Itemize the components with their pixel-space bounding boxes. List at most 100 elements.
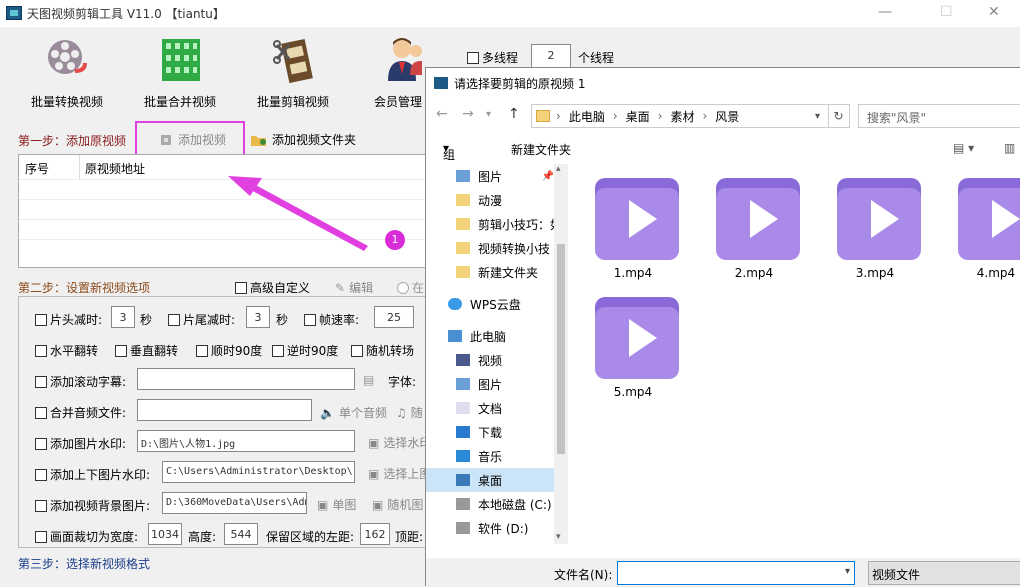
folder-icon [456,218,470,230]
documents-icon [456,402,470,414]
nav-label: WPS云盘 [470,297,521,312]
nav-label: 桌面 [478,473,503,488]
scroll-down-icon[interactable]: ▾ [556,532,561,542]
nav-label: 本地磁盘 (C:) [478,497,552,512]
file-item[interactable]: 1.mp4 [583,164,683,284]
pictures-icon [456,378,470,390]
new-folder-button[interactable]: 新建文件夹 [511,141,571,158]
breadcrumb-chevron-icon[interactable]: › [702,109,707,123]
nav-item-videos[interactable]: 视频 [426,348,554,372]
nav-label: 软件 (D:) [478,521,529,536]
video-file-icon [595,178,679,260]
file-open-dialog: 请选择要剪辑的原视频 1 ← → ▾ ↑ › 此电脑 › 桌面 › 素材 › 风… [425,67,1020,587]
breadcrumb-chevron-icon[interactable]: › [613,109,618,123]
breadcrumb-item[interactable]: 桌面 [626,108,650,125]
dialog-app-icon [434,77,448,89]
dialog-bottom-bar: 文件名(N): ▾ 视频文件 [426,558,1020,587]
computer-icon [448,330,462,342]
video-file-icon [958,178,1020,260]
annotation-badge-1: 1 [385,230,405,250]
nav-item-pictures-pinned[interactable]: 图片 📌 [426,164,554,188]
filename-dropdown-icon[interactable]: ▾ [845,566,850,577]
file-name: 4.mp4 [976,266,1016,280]
folder-icon [536,110,550,122]
disk-icon [456,522,470,534]
folder-icon [456,266,470,278]
nav-item-convert-tips[interactable]: 视频转换小技 [426,236,554,260]
nav-label: 视频 [478,353,503,368]
refresh-icon[interactable]: ↻ [828,104,850,128]
file-list-area: 1.mp4 2.mp4 3.mp4 4.mp4 5.mp4 [571,164,1020,544]
search-input[interactable]: 搜索"风景" [858,104,1020,128]
dialog-title-bar: 请选择要剪辑的原视频 1 [426,68,1020,98]
scrollbar-thumb[interactable] [557,244,565,454]
music-icon [456,450,470,462]
nav-label: 下载 [478,425,503,440]
nav-label: 图片 [478,377,503,392]
file-item[interactable]: 5.mp4 [583,283,683,403]
dialog-command-bar: 组织 ▾ 新建文件夹 ▤ ▾ ▥ [426,136,1020,179]
dialog-navbar: ← → ▾ ↑ › 此电脑 › 桌面 › 素材 › 风景 ▾ ↻ 搜索"风景" [426,98,1020,132]
nav-item-documents[interactable]: 文档 [426,396,554,420]
folder-icon [456,242,470,254]
back-icon[interactable]: ← [436,106,448,122]
nav-label: 新建文件夹 [478,265,539,280]
nav-label: 动漫 [478,193,503,208]
cloud-icon [448,298,462,310]
nav-label: 此电脑 [470,329,507,344]
breadcrumb-chevron-icon[interactable]: › [556,109,561,123]
nav-item-drive-d[interactable]: 软件 (D:) [426,516,554,540]
video-file-icon [716,178,800,260]
navigation-pane: 图片 📌 动漫 剪辑小技巧：如 视频转换小技 新建文件夹 WPS云盘 此电脑 视频… [426,164,568,544]
file-name: 3.mp4 [855,266,895,280]
forward-icon[interactable]: → [462,106,474,122]
history-chevron-icon[interactable]: ▾ [486,109,491,120]
nav-label: 剪辑小技巧：如 [478,217,554,232]
nav-label: 图片 [478,169,503,184]
nav-item-anime[interactable]: 动漫 [426,188,554,212]
nav-item-new-folder[interactable]: 新建文件夹 [426,260,554,284]
dialog-title: 请选择要剪辑的原视频 1 [454,77,586,91]
nav-scrollbar[interactable]: ▴ ▾ [554,164,568,544]
folder-icon [456,194,470,206]
preview-pane-icon[interactable]: ▥ [1004,141,1015,155]
download-icon [456,426,470,438]
file-item[interactable]: 2.mp4 [704,164,804,284]
nav-item-pictures[interactable]: 图片 [426,372,554,396]
nav-item-downloads[interactable]: 下载 [426,420,554,444]
nav-item-this-pc[interactable]: 此电脑 [426,324,554,348]
breadcrumb-item[interactable]: 素材 [670,108,694,125]
nav-label: 视频转换小技 [478,241,551,256]
filename-label: 文件名(N): [554,568,613,582]
video-file-icon [595,297,679,379]
nav-item-music[interactable]: 音乐 [426,444,554,468]
address-dropdown-icon[interactable]: ▾ [815,111,820,122]
pictures-icon [456,170,470,182]
view-mode-icon[interactable]: ▤ ▾ [953,141,974,155]
file-name: 1.mp4 [613,266,653,280]
desktop-icon [456,474,470,486]
file-item[interactable]: 3.mp4 [825,164,925,284]
filename-input[interactable]: ▾ [617,561,855,585]
breadcrumb-item[interactable]: 风景 [715,108,739,125]
breadcrumb-chevron-icon[interactable]: › [658,109,663,123]
file-item[interactable]: 4.mp4 [946,164,1020,284]
pin-icon[interactable]: 📌 [542,171,554,182]
app-window: 天图视频剪辑工具 V11.0 【tiantu】 — ☐ ✕ 批量转换视频 批量合… [0,0,1020,587]
nav-item-edit-tips[interactable]: 剪辑小技巧：如 [426,212,554,236]
file-name: 2.mp4 [734,266,774,280]
up-icon[interactable]: ↑ [508,106,520,122]
nav-label: 文档 [478,401,503,416]
nav-item-wps-cloud[interactable]: WPS云盘 [426,292,554,316]
organize-button[interactable]: 组织 ▾ [443,141,455,179]
nav-label: 音乐 [478,449,503,464]
nav-item-desktop[interactable]: 桌面 [426,468,554,492]
filetype-select[interactable]: 视频文件 [868,561,1020,585]
video-folder-icon [456,354,470,366]
file-name: 5.mp4 [613,385,653,399]
nav-item-drive-c[interactable]: 本地磁盘 (C:) [426,492,554,516]
breadcrumb-item[interactable]: 此电脑 [569,108,605,125]
disk-icon [456,498,470,510]
address-bar[interactable]: › 此电脑 › 桌面 › 素材 › 风景 ▾ [531,104,829,128]
scroll-up-icon[interactable]: ▴ [556,164,561,174]
